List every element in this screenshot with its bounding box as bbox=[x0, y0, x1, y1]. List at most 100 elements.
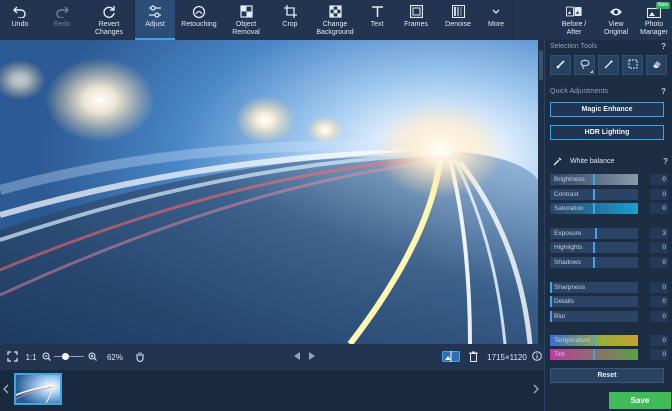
slider-value-field[interactable]: 0 bbox=[650, 311, 668, 322]
slider-knob[interactable] bbox=[593, 349, 595, 360]
denoise-label: Denoise bbox=[445, 21, 471, 28]
trash-icon bbox=[468, 351, 478, 364]
filmstrip-prev-button[interactable] bbox=[1, 378, 11, 402]
info-icon bbox=[532, 351, 542, 363]
zoom-out-button[interactable] bbox=[40, 344, 52, 370]
next-image-button[interactable] bbox=[304, 344, 318, 370]
filmstrip-thumbnail[interactable] bbox=[14, 373, 62, 405]
image-dimensions: 1715×1120 bbox=[487, 352, 527, 362]
scrollbar-thumb[interactable] bbox=[539, 50, 543, 80]
shadows-slider[interactable]: Shadows bbox=[550, 257, 638, 268]
slider-value-field[interactable]: 0 bbox=[650, 257, 668, 268]
revert-changes-button[interactable]: Revert Changes bbox=[84, 0, 134, 40]
temperature-slider[interactable]: Temperature bbox=[550, 335, 638, 346]
tab-retouching[interactable]: Retouching bbox=[175, 0, 223, 40]
before-after-icon bbox=[566, 4, 582, 19]
slider-knob[interactable] bbox=[593, 189, 595, 200]
filmstrip-next-button[interactable] bbox=[531, 378, 541, 402]
pan-tool-button[interactable] bbox=[132, 344, 148, 370]
main-toolbar: Undo Redo Revert Changes Adjust Retouchi… bbox=[0, 0, 672, 40]
slider-value-field[interactable]: 0 bbox=[650, 242, 668, 253]
zoom-slider[interactable] bbox=[52, 344, 86, 370]
sharpness-slider[interactable]: Sharpness bbox=[550, 282, 638, 293]
reset-button[interactable]: Reset bbox=[550, 368, 664, 383]
retouching-label: Retouching bbox=[181, 21, 217, 28]
brightness-slider[interactable]: Brightness bbox=[550, 174, 638, 185]
saturation-slider[interactable]: Saturation bbox=[550, 203, 638, 214]
slider-knob[interactable] bbox=[595, 228, 597, 239]
tab-frames[interactable]: Frames bbox=[395, 0, 437, 40]
slider-knob[interactable] bbox=[593, 242, 595, 253]
highlights-slider[interactable]: Highlights bbox=[550, 242, 638, 253]
slider-value-field[interactable]: 0 bbox=[650, 189, 668, 200]
eyedropper-icon[interactable] bbox=[550, 157, 564, 166]
lasso-selection-tool[interactable] bbox=[574, 55, 595, 75]
magic-enhance-button[interactable]: Magic Enhance bbox=[550, 102, 664, 117]
tint-slider[interactable]: Tint bbox=[550, 349, 638, 360]
zoom-slider-knob[interactable] bbox=[62, 353, 69, 360]
rectangle-selection-tool[interactable] bbox=[622, 55, 643, 75]
image-info-button[interactable] bbox=[530, 344, 544, 370]
redo-label: Redo bbox=[53, 21, 71, 28]
actual-size-button[interactable]: 1:1 bbox=[22, 344, 40, 370]
slider-knob[interactable] bbox=[593, 174, 595, 185]
view-controls-bar: 1:1 62% 1715×1120 bbox=[0, 344, 544, 370]
brush-selection-tool[interactable] bbox=[550, 55, 571, 75]
photo-manager-button[interactable]: New Photo Manager bbox=[636, 0, 672, 40]
image-canvas[interactable] bbox=[0, 40, 538, 344]
slider-value-field[interactable]: 0 bbox=[650, 335, 668, 346]
white-balance-row[interactable]: White balance ? bbox=[550, 154, 668, 168]
quick-adjustments-help[interactable]: ? bbox=[661, 87, 666, 96]
slider-value-field[interactable]: 3 bbox=[650, 228, 668, 239]
more-label: More bbox=[488, 21, 504, 28]
slider-value-field[interactable]: 0 bbox=[650, 174, 668, 185]
eye-icon bbox=[608, 4, 624, 19]
slider-label: Shadows bbox=[554, 259, 581, 266]
before-after-button[interactable]: Before / After bbox=[552, 0, 596, 40]
exposure-slider[interactable]: Exposure bbox=[550, 228, 638, 239]
white-balance-help[interactable]: ? bbox=[663, 157, 668, 166]
undo-button[interactable]: Undo bbox=[0, 0, 40, 40]
slider-value-field[interactable]: 0 bbox=[650, 296, 668, 307]
slider-label: Contrast bbox=[554, 191, 579, 198]
tab-crop[interactable]: Crop bbox=[269, 0, 311, 40]
hdr-lighting-button[interactable]: HDR Lighting bbox=[550, 125, 664, 140]
previous-image-button[interactable] bbox=[290, 344, 304, 370]
zoom-in-icon bbox=[88, 352, 97, 363]
compare-view-button[interactable] bbox=[440, 344, 462, 370]
delete-image-button[interactable] bbox=[462, 344, 484, 370]
redo-button[interactable]: Redo bbox=[40, 0, 84, 40]
slider-knob[interactable] bbox=[550, 311, 552, 322]
fit-to-screen-button[interactable] bbox=[2, 344, 22, 370]
slider-knob[interactable] bbox=[550, 282, 552, 293]
save-button[interactable]: Save bbox=[609, 392, 671, 409]
more-button[interactable]: More bbox=[479, 0, 513, 40]
zoom-in-button[interactable] bbox=[86, 344, 98, 370]
contrast-slider[interactable]: Contrast bbox=[550, 189, 638, 200]
slider-row-saturation: Saturation 0 bbox=[550, 203, 668, 214]
eraser-tool[interactable] bbox=[646, 55, 667, 75]
slider-row-temperature: Temperature 0 bbox=[550, 335, 668, 346]
brush-icon bbox=[556, 56, 566, 74]
object-removal-icon bbox=[238, 4, 254, 19]
tab-object-removal[interactable]: Object Removal bbox=[223, 0, 269, 40]
slider-knob[interactable] bbox=[593, 335, 595, 346]
slider-value-field[interactable]: 0 bbox=[650, 282, 668, 293]
details-slider[interactable]: Details bbox=[550, 296, 638, 307]
slider-knob[interactable] bbox=[593, 203, 595, 214]
revert-label: Revert Changes bbox=[94, 21, 124, 36]
slider-row-contrast: Contrast 0 bbox=[550, 189, 668, 200]
slider-value-field[interactable]: 0 bbox=[650, 203, 668, 214]
blur-slider[interactable]: Blur bbox=[550, 311, 638, 322]
view-original-button[interactable]: View Original bbox=[596, 0, 636, 40]
slider-knob[interactable] bbox=[550, 296, 552, 307]
slider-value-field[interactable]: 0 bbox=[650, 349, 668, 360]
tab-denoise[interactable]: Denoise bbox=[437, 0, 479, 40]
tab-text[interactable]: Text bbox=[359, 0, 395, 40]
magic-wand-tool[interactable] bbox=[598, 55, 619, 75]
tab-adjust[interactable]: Adjust bbox=[135, 0, 175, 40]
tab-change-background[interactable]: Change Background bbox=[311, 0, 359, 40]
redo-icon bbox=[54, 4, 70, 19]
selection-tools-help[interactable]: ? bbox=[661, 42, 666, 51]
slider-knob[interactable] bbox=[593, 257, 595, 268]
